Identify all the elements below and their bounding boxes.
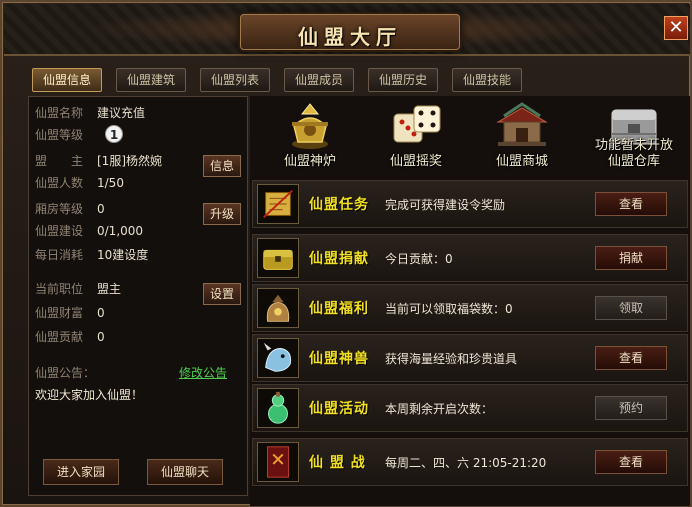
feature-name-donate: 仙盟捐献 [309,251,369,267]
contribution-value: 0 [97,330,105,344]
feature-desc-activity: 本周剩余开启次数： [385,402,494,416]
chest-icon [257,238,299,278]
tab-guild-list[interactable]: 仙盟列表 [200,68,270,92]
guild-hall-window: 仙盟大厅 ✕ 仙盟信息 仙盟建筑 仙盟列表 仙盟成员 仙盟历史 仙盟技能 仙盟名… [0,0,692,507]
contribution-label: 仙盟贡献 [35,330,84,344]
feature-row-beast: 仙盟神兽 获得海量经验和珍贵道具 查看 [252,334,688,382]
tab-guild-history[interactable]: 仙盟历史 [368,68,438,92]
war-view-button[interactable]: 查看 [595,450,667,474]
title-bar[interactable]: 仙盟大厅 ✕ [4,4,690,56]
feature-name-beast: 仙盟神兽 [309,351,369,367]
tasks-view-button[interactable]: 查看 [595,192,667,216]
guild-level-label: 仙盟等级 [35,128,84,142]
guild-level-badge: 1 [105,125,123,143]
facility-dice-label: 仙盟摇奖 [389,154,442,169]
tab-guild-members[interactable]: 仙盟成员 [284,68,354,92]
guild-name-label: 仙盟名称 [35,106,84,120]
daily-cost-label: 每日消耗 [35,248,84,262]
wealth-value: 0 [97,306,105,320]
enter-home-button[interactable]: 进入家园 [43,459,119,485]
leader-info-button[interactable]: 信息 [203,155,241,177]
leader-label: 盟 主 [35,154,84,168]
censer-icon [292,103,328,149]
beast-view-button[interactable]: 查看 [595,346,667,370]
members-label: 仙盟人数 [35,176,84,190]
construction-value: 0/1,000 [97,224,144,238]
position-label: 当前职位 [35,282,84,296]
position-value: 盟主 [97,282,122,296]
beast-icon [257,338,299,378]
upgrade-button[interactable]: 升级 [203,203,241,225]
feature-name-tasks: 仙盟任务 [309,197,369,213]
facility-shop[interactable]: 仙盟商城 [472,100,572,174]
claim-button[interactable]: 领取 [595,296,667,320]
tab-guild-info[interactable]: 仙盟信息 [32,68,102,92]
feature-row-war: 仙 盟 战 每周二、四、六 21:05-21:20 查看 [252,438,688,486]
feature-desc-welfare: 当前可以领取福袋数：0 [385,302,513,316]
facility-censer[interactable]: 仙盟神炉 [260,100,360,174]
title-plate: 仙盟大厅 [240,14,460,50]
reserve-button[interactable]: 预约 [595,396,667,420]
feature-desc-war: 每周二、四、六 21:05-21:20 [385,456,547,470]
daily-cost-value: 10建设度 [97,248,149,262]
feature-row-activity: 仙盟活动 本周剩余开启次数： 预约 [252,384,688,432]
gourd-icon [257,388,299,428]
window-title: 仙盟大厅 [298,25,402,49]
edit-notice-link[interactable]: 修改公告 [179,364,227,381]
shop-icon [496,102,548,146]
close-button[interactable]: ✕ [664,16,688,40]
lucky-bag-icon [257,288,299,328]
feature-name-activity: 仙盟活动 [309,401,369,417]
notice-label: 仙盟公告： [35,366,96,380]
facility-warehouse-label: 仙盟仓库 [607,154,660,169]
tab-guild-skills[interactable]: 仙盟技能 [452,68,522,92]
leader-value: [1服]杨然婉 [97,154,162,168]
feature-name-welfare: 仙盟福利 [309,301,369,317]
dice-icon [393,105,441,143]
facility-warehouse[interactable]: 功能暂未开放 仙盟仓库 [580,100,688,174]
feature-desc-donate: 今日贡献：0 [385,252,453,266]
feature-desc-tasks: 完成可获得建设令奖励 [385,198,506,212]
room-level-label: 厢房等级 [35,202,84,216]
donate-button[interactable]: 捐献 [595,246,667,270]
construction-label: 仙盟建设 [35,224,84,238]
notice-text: 欢迎大家加入仙盟！ [35,388,144,402]
wealth-label: 仙盟财富 [35,306,84,320]
settings-button[interactable]: 设置 [203,283,241,305]
feature-desc-beast: 获得海量经验和珍贵道具 [385,352,518,366]
guild-chat-button[interactable]: 仙盟聊天 [147,459,223,485]
feature-row-welfare: 仙盟福利 当前可以领取福袋数：0 领取 [252,284,688,332]
feature-row-tasks: 仙盟任务 完成可获得建设令奖励 查看 [252,180,688,228]
members-value: 1/50 [97,176,124,190]
war-book-icon [257,442,299,482]
feature-name-war: 仙 盟 战 [309,455,366,471]
room-level-value: 0 [97,202,105,216]
facility-dice[interactable]: 仙盟摇奖 [366,100,466,174]
guild-info-panel: 仙盟名称 建议充值 仙盟等级 1 盟 主 [1服]杨然婉 信息 仙盟人数 1/5… [28,96,248,496]
guild-name-value: 建议充值 [97,106,146,120]
scroll-icon [257,184,299,224]
facility-shop-label: 仙盟商城 [495,154,548,169]
tab-guild-buildings[interactable]: 仙盟建筑 [116,68,186,92]
guild-features-panel: 仙盟神炉 仙盟摇奖 仙盟商城 功能暂未开放 仙盟仓库 仙盟任务 完成可获得建设令… [250,96,690,506]
facility-censer-label: 仙盟神炉 [283,154,336,169]
feature-row-donate: 仙盟捐献 今日贡献：0 捐献 [252,234,688,282]
